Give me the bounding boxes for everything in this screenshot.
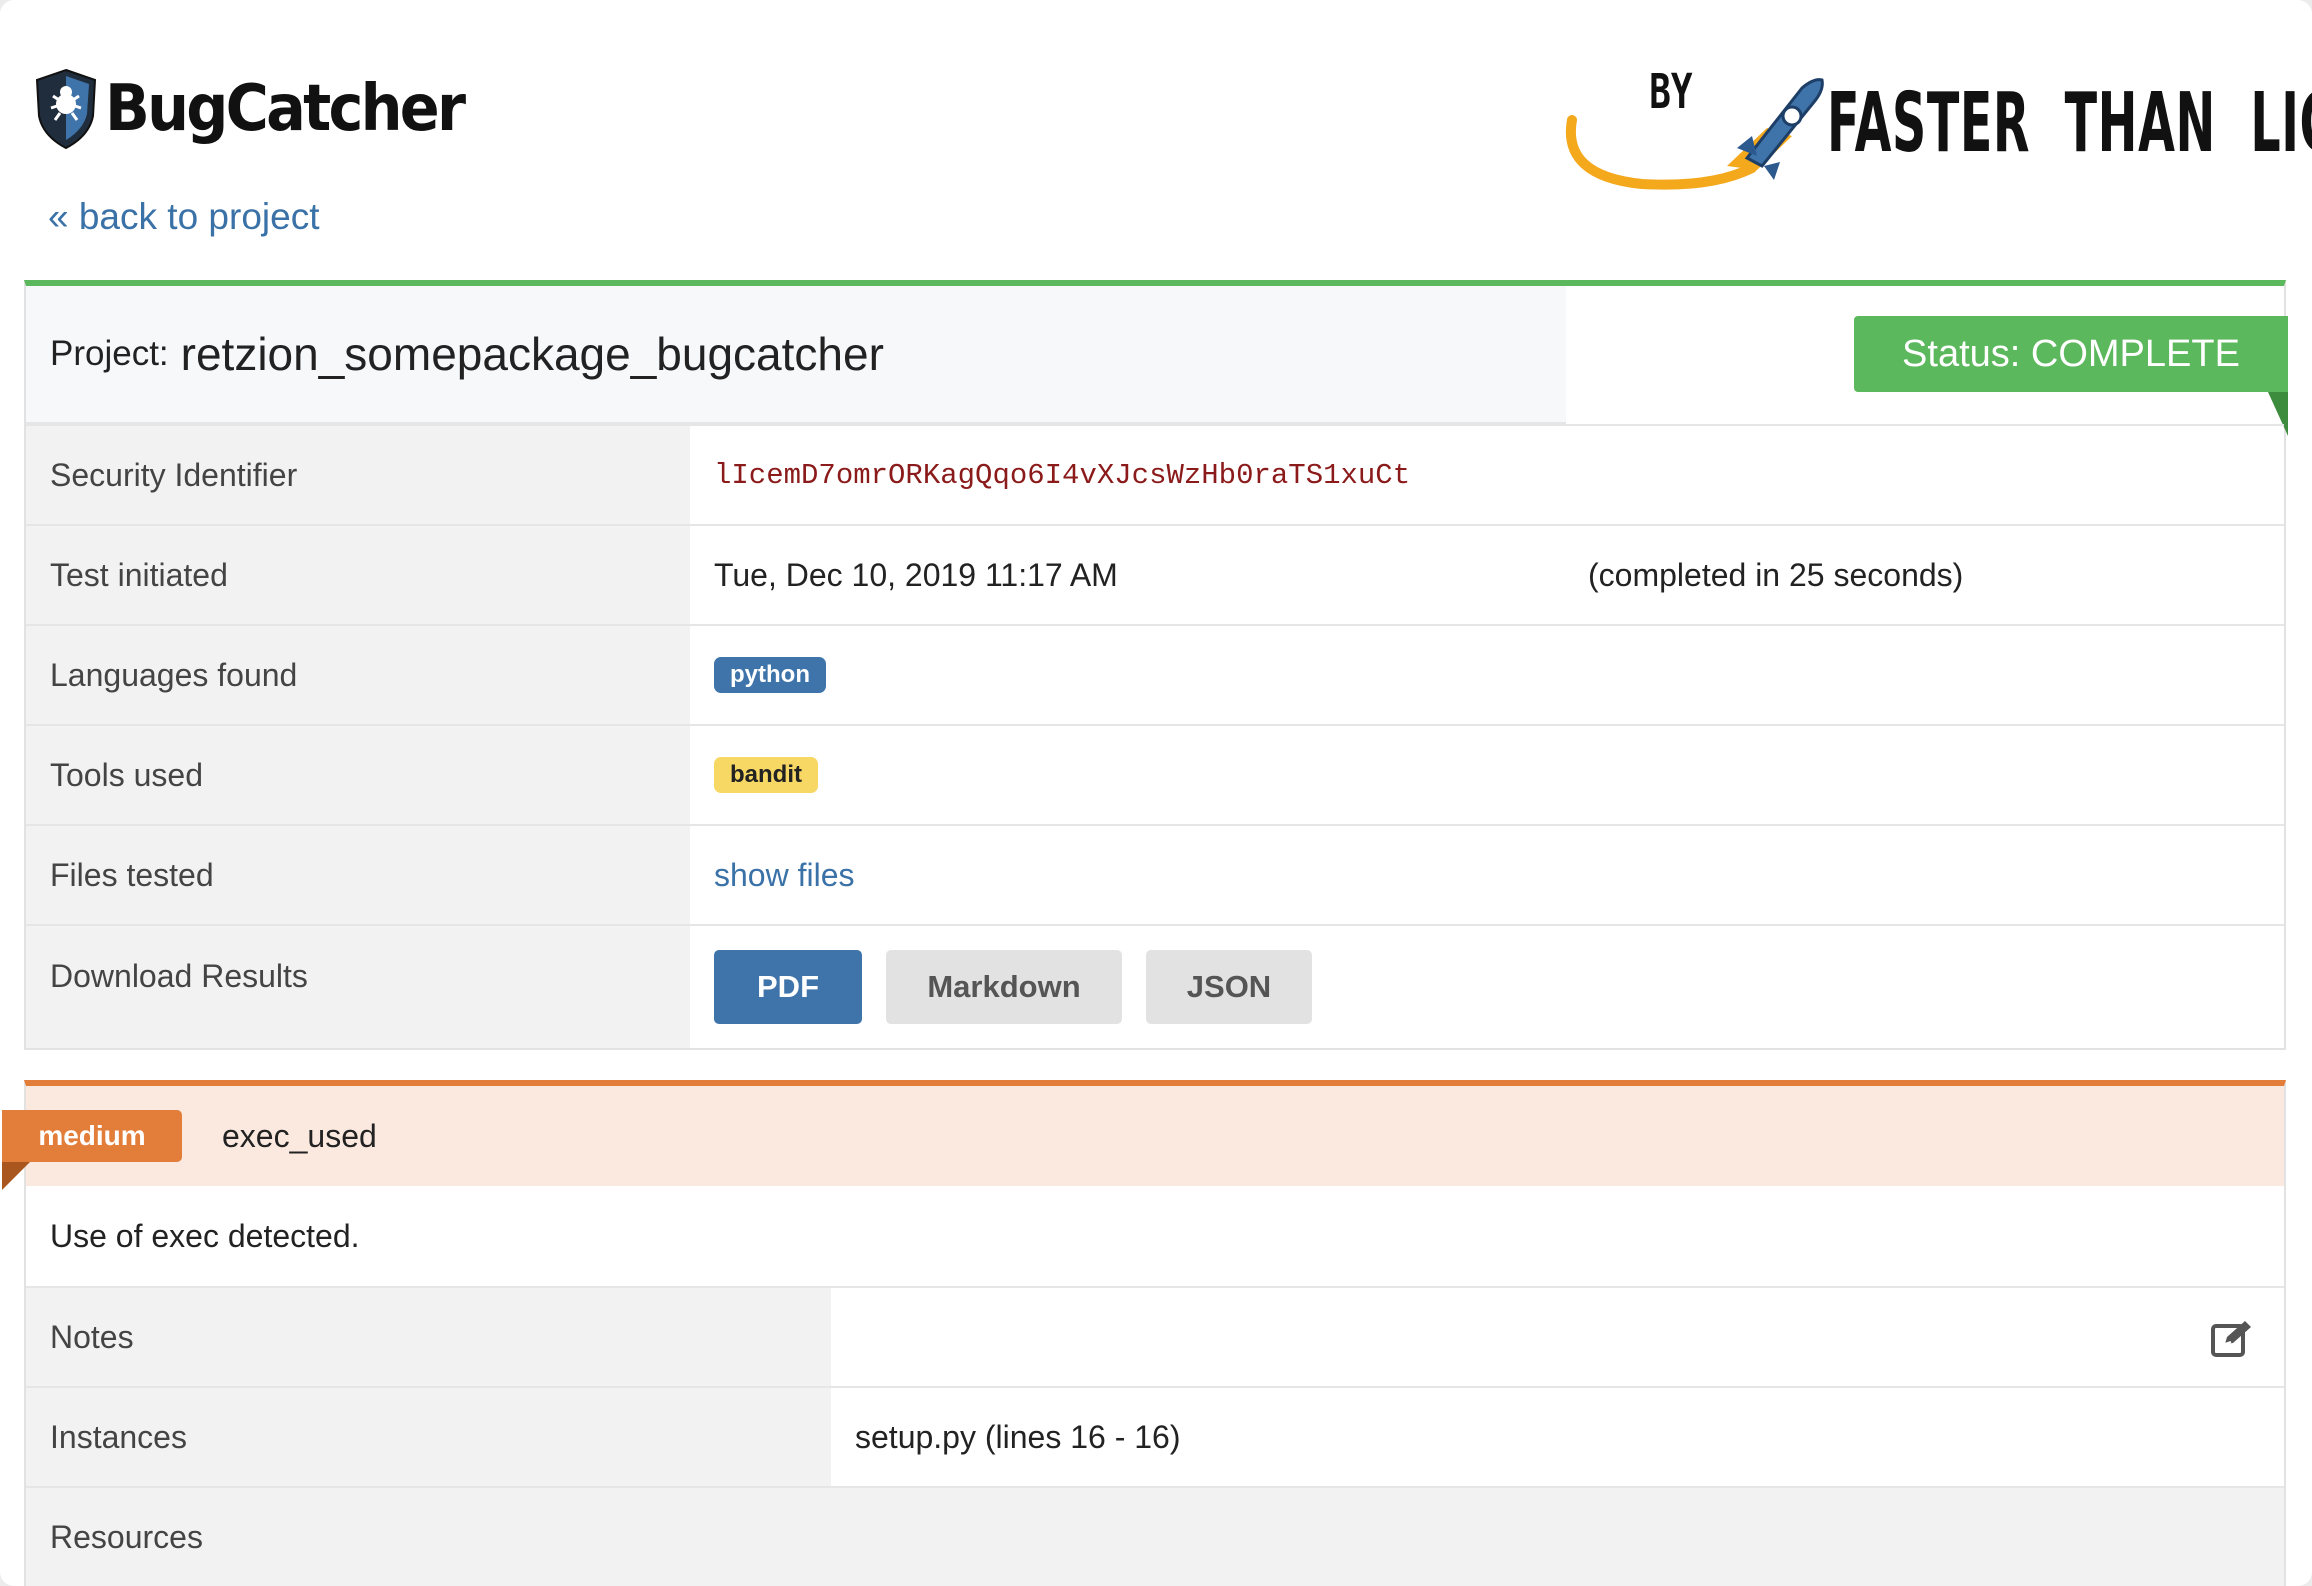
notes-label: Notes xyxy=(26,1288,831,1386)
brand-name: BugCatcher xyxy=(105,72,466,146)
instances-label: Instances xyxy=(26,1388,831,1486)
security-identifier-value: lIcemD7omrORKagQqo6I4vXJcsWzHb0raTS1xuCt xyxy=(714,458,1411,492)
completed-duration: (completed in 25 seconds) xyxy=(1588,556,1964,593)
download-markdown-button[interactable]: Markdown xyxy=(886,950,1122,1024)
instances-value: setup.py (lines 16 - 16) xyxy=(855,1418,1181,1455)
by-label: BY xyxy=(1649,64,1693,120)
back-to-project-link[interactable]: « back to project xyxy=(48,196,319,238)
severity-badge: medium xyxy=(2,1110,182,1162)
page: BugCatcher « back to project BY FASTER T… xyxy=(0,0,2312,1586)
test-initiated-label: Test initiated xyxy=(26,526,690,624)
project-header: Project: retzion_somepackage_bugcatcher xyxy=(26,286,1566,424)
download-row: Download Results PDF Markdown JSON xyxy=(26,924,2284,1048)
status-badge: Status: COMPLETE xyxy=(1854,316,2288,392)
download-json-button[interactable]: JSON xyxy=(1146,950,1312,1024)
show-files-link[interactable]: show files xyxy=(714,857,855,894)
security-identifier-label: Security Identifier xyxy=(26,426,690,524)
language-badge-python: python xyxy=(714,657,826,693)
files-label: Files tested xyxy=(26,826,690,924)
faster-than-light-logo[interactable]: BY FASTER THAN LIGHT xyxy=(1552,58,2312,198)
notes-row: Notes xyxy=(26,1286,2284,1386)
resources-value xyxy=(831,1488,2284,1586)
test-initiated-value: Tue, Dec 10, 2019 11:17 AM xyxy=(714,556,1118,593)
download-pdf-button[interactable]: PDF xyxy=(714,950,862,1024)
download-label: Download Results xyxy=(26,926,690,1048)
partner-name: FASTER THAN LIGHT xyxy=(1827,76,2312,171)
files-row: Files tested show files xyxy=(26,824,2284,924)
project-name: retzion_somepackage_bugcatcher xyxy=(180,328,884,380)
security-identifier-row: Security Identifier lIcemD7omrORKagQqo6I… xyxy=(26,424,2284,524)
tools-label: Tools used xyxy=(26,726,690,824)
tool-badge-bandit: bandit xyxy=(714,757,818,793)
resources-label: Resources xyxy=(26,1488,831,1586)
shield-bug-icon xyxy=(35,68,97,150)
languages-label: Languages found xyxy=(26,626,690,724)
instances-row: Instances setup.py (lines 16 - 16) xyxy=(26,1386,2284,1486)
project-panel: Project: retzion_somepackage_bugcatcher … xyxy=(24,280,2288,1050)
bugcatcher-logo[interactable]: BugCatcher xyxy=(33,68,494,150)
edit-icon[interactable] xyxy=(2210,1318,2254,1358)
tools-row: Tools used bandit xyxy=(26,724,2284,824)
issue-header: medium exec_used xyxy=(2,1086,2284,1190)
resources-row: Resources xyxy=(26,1486,2284,1586)
languages-row: Languages found python xyxy=(26,624,2284,724)
issue-panel: medium exec_used Use of exec detected. N… xyxy=(2,1080,2286,1586)
issue-description: Use of exec detected. xyxy=(50,1217,360,1254)
test-initiated-row: Test initiated Tue, Dec 10, 2019 11:17 A… xyxy=(26,524,2284,624)
issue-name: exec_used xyxy=(222,1117,377,1154)
project-label: Project: xyxy=(50,334,169,373)
